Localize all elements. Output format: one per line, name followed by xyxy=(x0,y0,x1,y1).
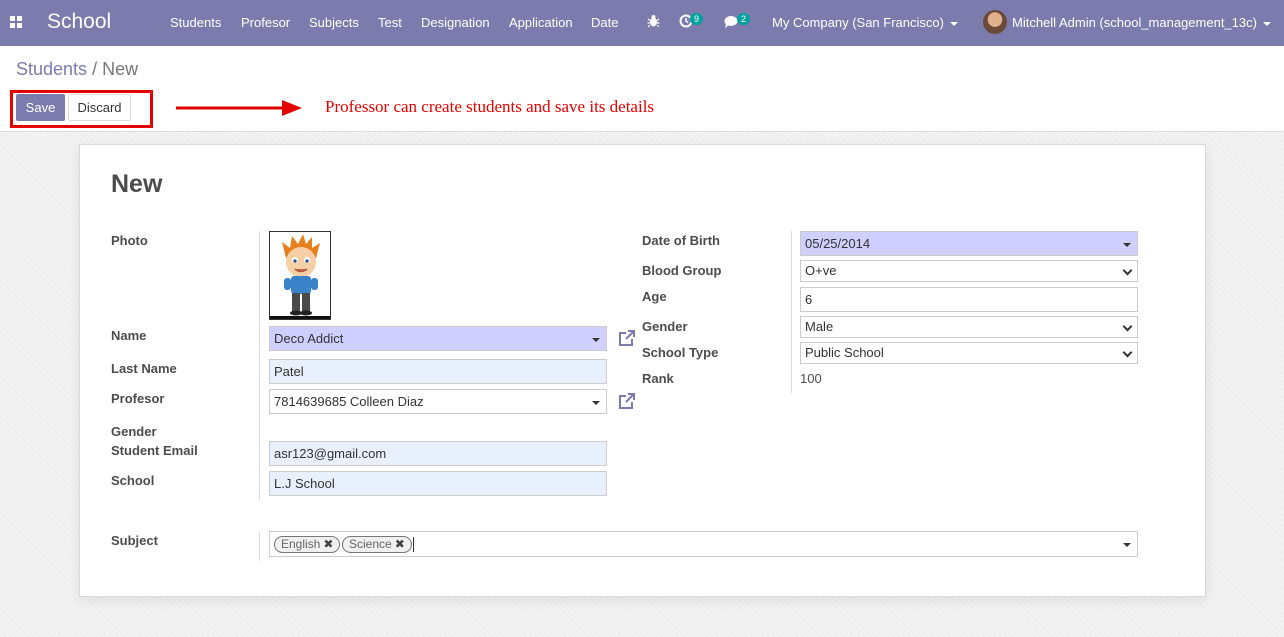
rank-label: Rank xyxy=(642,371,674,386)
subject-tag-label: English xyxy=(281,537,321,551)
school-type-value: Public School xyxy=(805,345,884,360)
remove-tag-icon[interactable]: ✖ xyxy=(323,537,333,551)
blood-group-value: O+ve xyxy=(805,263,837,278)
last-name-value: Patel xyxy=(274,364,304,379)
subject-tag: Science ✖ xyxy=(342,536,412,553)
gender-label: Gender xyxy=(111,424,157,439)
school-type-label: School Type xyxy=(642,345,719,360)
student-email-field[interactable]: asr123@gmail.com xyxy=(269,441,607,466)
cartoon-boy-image xyxy=(270,234,330,319)
name-value: Deco Addict xyxy=(274,331,344,346)
top-navbar: School Students Profesor Subjects Test D… xyxy=(0,0,1284,46)
column-divider xyxy=(791,231,792,393)
annotation-arrow-icon xyxy=(176,100,302,116)
student-photo[interactable] xyxy=(269,231,331,320)
gender-value: Male xyxy=(805,319,834,334)
chevron-down-icon[interactable] xyxy=(592,338,600,342)
discard-button[interactable]: Discard xyxy=(68,94,131,121)
age-field[interactable]: 6 xyxy=(800,287,1138,312)
subject-tag: English ✖ xyxy=(274,536,341,553)
date-of-birth-value: 05/25/2014 xyxy=(805,236,871,251)
menu-students[interactable]: Students xyxy=(170,15,221,30)
user-avatar[interactable] xyxy=(983,10,1007,34)
breadcrumb-students-link[interactable]: Students xyxy=(16,59,87,79)
apps-menu-icon[interactable] xyxy=(10,16,22,28)
profesor-value: 7814639685 Colleen Diaz xyxy=(274,394,424,409)
school-field[interactable]: L.J School xyxy=(269,471,607,496)
profesor-field[interactable]: 7814639685 Colleen Diaz xyxy=(269,389,607,414)
user-menu[interactable]: Mitchell Admin (school_management_13c) xyxy=(1012,15,1271,30)
blood-group-label: Blood Group xyxy=(642,263,722,278)
company-switcher[interactable]: My Company (San Francisco) xyxy=(772,15,958,30)
breadcrumb-current: New xyxy=(102,59,139,79)
column-divider xyxy=(259,531,260,561)
subject-label: Subject xyxy=(111,533,158,548)
external-link-icon[interactable] xyxy=(618,329,636,347)
app-brand[interactable]: School xyxy=(47,10,111,34)
chevron-down-icon[interactable] xyxy=(1123,243,1131,247)
gender-right-label: Gender xyxy=(642,319,688,334)
form-title: New xyxy=(111,170,163,198)
subject-tag-label: Science xyxy=(349,537,392,551)
chevron-down-icon xyxy=(1122,321,1133,332)
remove-tag-icon[interactable]: ✖ xyxy=(395,537,405,551)
subject-tags-field[interactable]: English ✖ Science ✖ xyxy=(269,531,1138,557)
activity-count-badge: 9 xyxy=(690,13,704,25)
text-cursor xyxy=(413,537,414,552)
save-button[interactable]: Save xyxy=(16,94,65,121)
menu-application[interactable]: Application xyxy=(509,15,573,30)
last-name-label: Last Name xyxy=(111,361,177,376)
messages-count-badge: 2 xyxy=(737,13,751,25)
last-name-field[interactable]: Patel xyxy=(269,359,607,384)
student-email-label: Student Email xyxy=(111,443,198,458)
external-link-icon[interactable] xyxy=(618,392,636,410)
chevron-down-icon xyxy=(1122,265,1133,276)
name-field[interactable]: Deco Addict xyxy=(269,326,607,351)
date-of-birth-label: Date of Birth xyxy=(642,233,720,248)
age-value: 6 xyxy=(805,292,813,307)
user-name: Mitchell Admin (school_management_13c) xyxy=(1012,15,1257,30)
bug-icon[interactable] xyxy=(647,14,660,28)
blood-group-select[interactable]: O+ve xyxy=(800,260,1138,282)
chevron-down-icon xyxy=(1122,347,1133,358)
photo-label: Photo xyxy=(111,233,148,248)
name-label: Name xyxy=(111,328,147,343)
student-email-value: asr123@gmail.com xyxy=(274,446,387,461)
school-value: L.J School xyxy=(274,476,335,491)
rank-value: 100 xyxy=(800,371,822,386)
profesor-label: Profesor xyxy=(111,391,165,406)
menu-profesor[interactable]: Profesor xyxy=(241,15,290,30)
annotation-text: Professor can create students and save i… xyxy=(325,97,655,116)
column-divider xyxy=(259,231,260,501)
chevron-down-icon xyxy=(949,21,958,26)
chevron-down-icon[interactable] xyxy=(1123,543,1131,547)
chevron-down-icon xyxy=(1262,21,1271,26)
company-name: My Company (San Francisco) xyxy=(772,15,944,30)
menu-subjects[interactable]: Subjects xyxy=(309,15,359,30)
date-of-birth-field[interactable]: 05/25/2014 xyxy=(800,231,1138,256)
menu-designation[interactable]: Designation xyxy=(421,15,490,30)
menu-test[interactable]: Test xyxy=(378,15,402,30)
menu-date[interactable]: Date xyxy=(591,15,618,30)
breadcrumb-separator: / xyxy=(92,59,98,79)
school-type-select[interactable]: Public School xyxy=(800,342,1138,364)
chevron-down-icon[interactable] xyxy=(592,401,600,405)
breadcrumb: Students / New xyxy=(16,59,138,80)
age-label: Age xyxy=(642,289,667,304)
school-label: School xyxy=(111,473,155,488)
gender-select[interactable]: Male xyxy=(800,316,1138,338)
